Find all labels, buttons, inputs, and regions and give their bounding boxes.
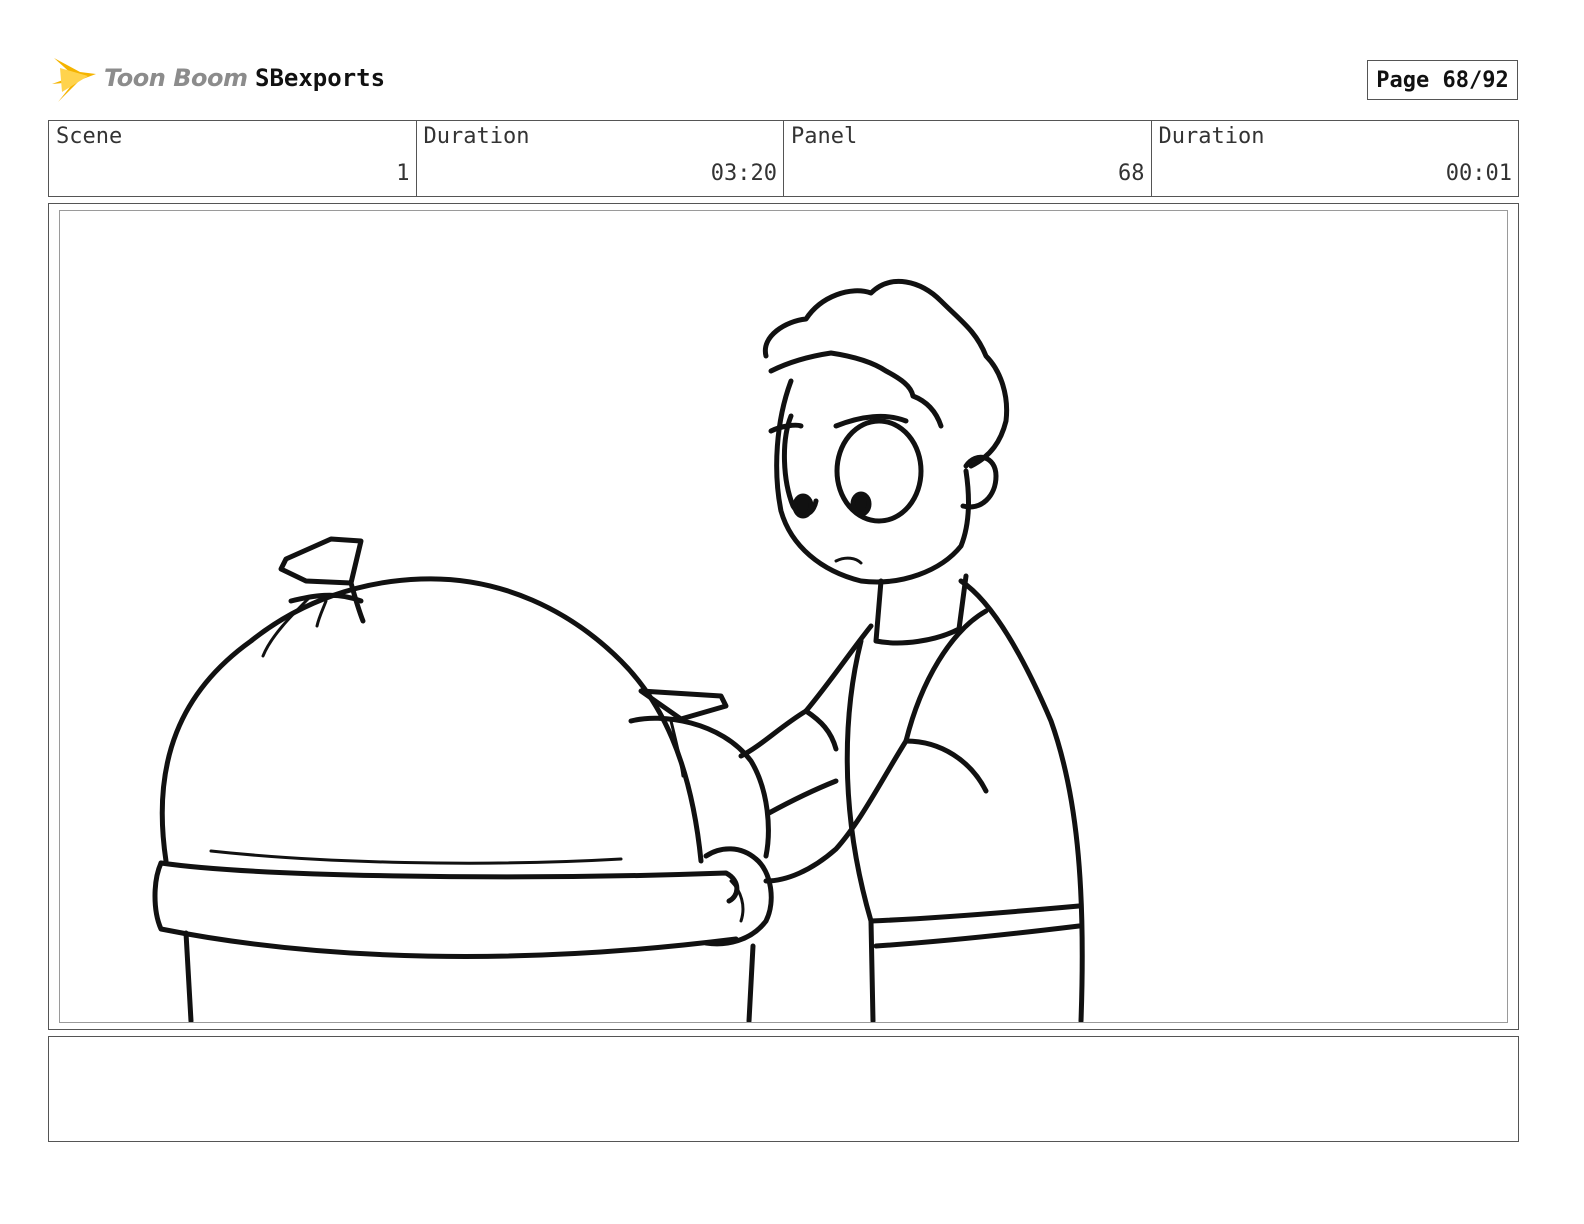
scene-label: Scene: [56, 124, 123, 149]
scene-value: 1: [396, 161, 410, 186]
scene-duration-cell: Duration 03:20: [417, 121, 784, 196]
project-name: SBexports: [255, 64, 386, 92]
page-indicator: Page 68/92: [1367, 60, 1518, 100]
trash-bag-drawing: [159, 536, 704, 864]
notes-box: [48, 1036, 1519, 1142]
character-drawing: [703, 278, 1085, 1022]
panel-info-table: Scene 1 Duration 03:20 Panel 68 Duration…: [48, 120, 1519, 197]
trash-can-drawing: [152, 849, 756, 1022]
panel-cell: Panel 68: [784, 121, 1152, 196]
scene-cell: Scene 1: [49, 121, 417, 196]
panel-value: 68: [1118, 161, 1145, 186]
star-burst-icon: [52, 58, 96, 102]
scene-duration-value: 03:20: [710, 161, 777, 186]
panel-label: Panel: [791, 124, 858, 149]
storyboard-sketch: [152, 278, 1085, 1022]
panel-duration-cell: Duration 00:01: [1152, 121, 1519, 196]
panel-image: [59, 210, 1508, 1023]
scene-duration-label: Duration: [423, 124, 530, 149]
panel-duration-label: Duration: [1158, 124, 1265, 149]
panel-duration-value: 00:01: [1445, 161, 1512, 186]
logo-text: Toon Boom: [104, 64, 248, 92]
